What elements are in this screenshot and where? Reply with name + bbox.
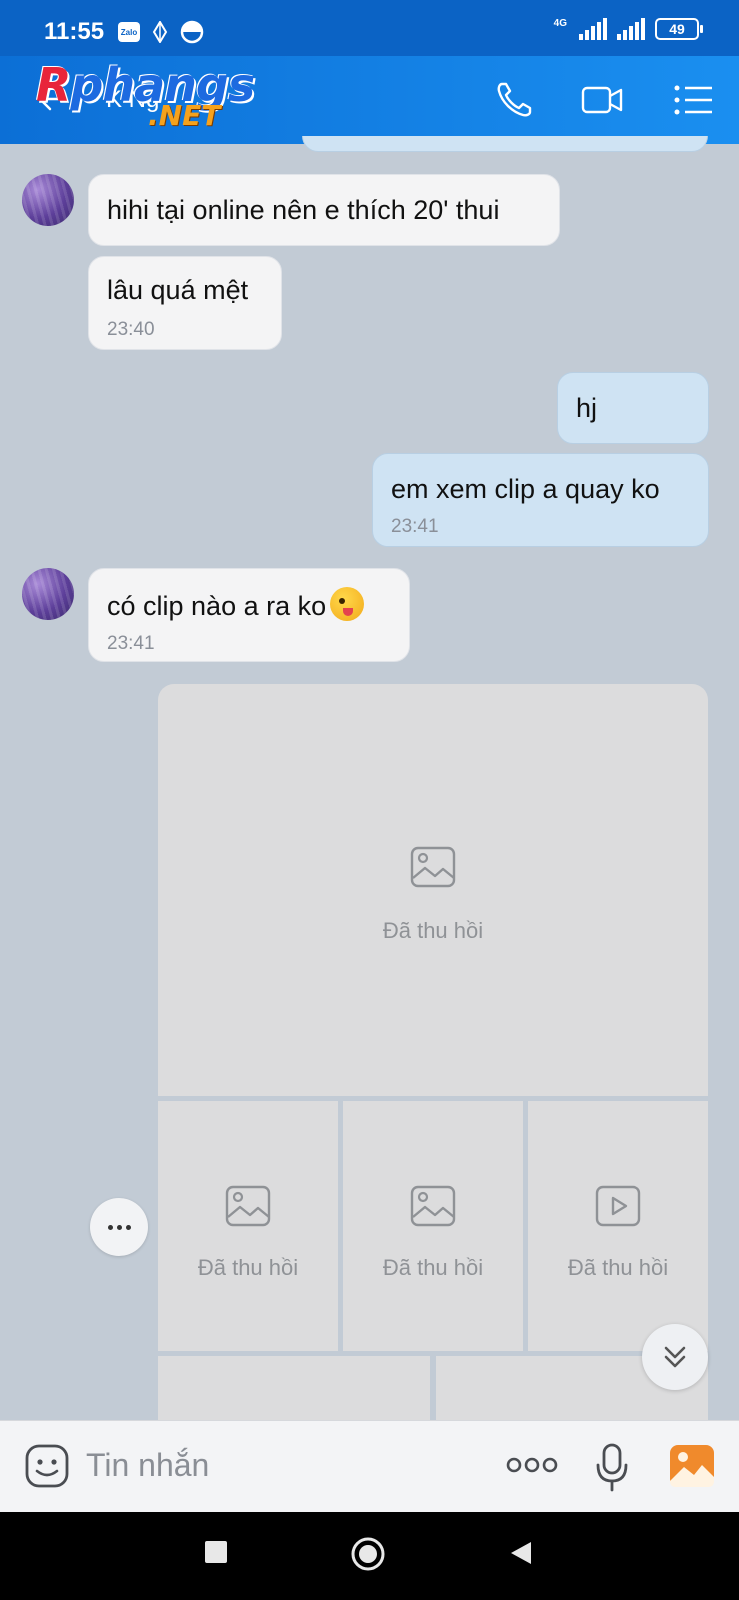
message-bubble-outgoing[interactable]: em xem clip a quay ko 23:41 [372, 453, 709, 547]
home-icon[interactable] [350, 1536, 386, 1572]
more-options-icon[interactable] [506, 1455, 558, 1475]
message-bubble-incoming[interactable]: hihi tại online nên e thích 20' thui [88, 174, 560, 246]
message-time: 23:40 [107, 319, 155, 340]
double-chevron-down-icon [664, 1346, 686, 1368]
navigation-diamond-icon [152, 21, 168, 43]
message-input[interactable]: Tin nhắn [86, 1447, 209, 1484]
recalled-label: Đã thu hồi [382, 918, 484, 943]
image-icon [410, 1185, 456, 1227]
recalled-label: Đã thu hồi [197, 1255, 299, 1280]
avatar[interactable] [22, 174, 74, 226]
avatar[interactable] [22, 568, 74, 620]
scroll-to-bottom-button[interactable] [642, 1324, 708, 1390]
watermark-logo: Rphangs .NET [36, 58, 255, 132]
back-nav-icon[interactable] [508, 1540, 534, 1566]
message-text: có clip nào a ra ko [107, 591, 327, 621]
winking-tongue-emoji-icon [330, 587, 365, 621]
do-not-disturb-icon [180, 20, 204, 44]
recalled-label: Đã thu hồi [567, 1255, 669, 1280]
recalled-media-large[interactable]: Đã thu hồi [158, 684, 708, 1096]
chat-header: K Ng Rphangs .NET [0, 56, 739, 144]
microphone-icon[interactable] [594, 1443, 630, 1493]
menu-list-icon[interactable] [672, 78, 716, 122]
recalled-label: Đã thu hồi [382, 1255, 484, 1280]
message-bubble-incoming[interactable]: có clip nào a ra ko 23:41 [88, 568, 410, 662]
message-text: em xem clip a quay ko [391, 474, 660, 504]
partial-message-bubble [302, 136, 708, 152]
recalled-media-item-partial[interactable] [158, 1356, 430, 1420]
message-bubble-incoming[interactable]: lâu quá mệt 23:40 [88, 256, 282, 350]
recalled-media-item[interactable]: Đã thu hồi [528, 1101, 708, 1351]
sticker-icon[interactable] [24, 1443, 70, 1489]
signal-strength-icon [579, 18, 607, 40]
status-time: 11:55 [44, 18, 105, 45]
signal-strength-icon-2 [617, 18, 645, 40]
zalo-notification-icon: Zalo [118, 22, 140, 42]
message-bubble-outgoing[interactable]: hj [557, 372, 709, 444]
gallery-icon[interactable] [668, 1443, 716, 1489]
recalled-media-item[interactable]: Đã thu hồi [343, 1101, 523, 1351]
message-text: lâu quá mệt [107, 275, 249, 305]
image-icon [410, 846, 456, 888]
message-time: 23:41 [107, 633, 155, 654]
message-more-options-button[interactable] [90, 1198, 148, 1256]
video-call-icon[interactable] [580, 78, 624, 122]
phone-icon[interactable] [492, 78, 536, 122]
video-play-icon [595, 1185, 641, 1227]
message-text: hihi tại online nên e thích 20' thui [107, 195, 500, 225]
network-type-label: 4G [553, 18, 567, 29]
image-icon [225, 1185, 271, 1227]
message-time: 23:41 [391, 516, 439, 537]
system-navigation-bar [0, 1512, 739, 1600]
recalled-media-item[interactable]: Đã thu hồi [158, 1101, 338, 1351]
message-input-bar: Tin nhắn [0, 1420, 739, 1512]
battery-icon: 49 [655, 18, 703, 40]
status-bar: 11:55 Zalo 4G 49 [0, 0, 739, 56]
recent-apps-icon[interactable] [204, 1540, 228, 1564]
message-text: hj [576, 393, 598, 423]
